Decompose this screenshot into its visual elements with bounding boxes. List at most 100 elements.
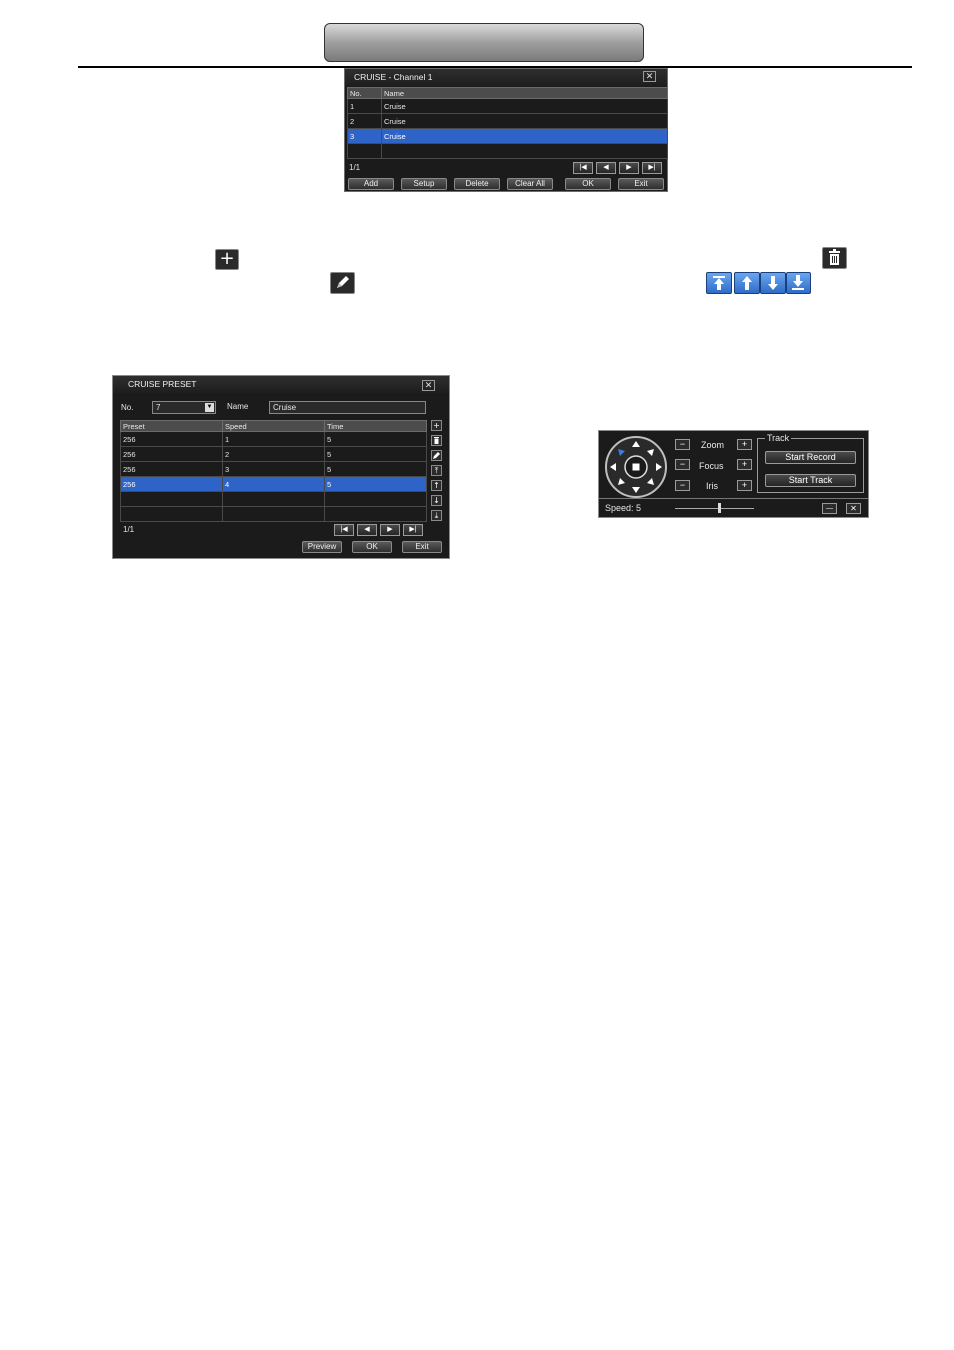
empty-cell xyxy=(347,143,382,159)
table-row[interactable]: 256 1 5 xyxy=(120,431,427,447)
cell-time: 5 xyxy=(324,476,427,492)
focus-plus-button[interactable]: + xyxy=(737,459,752,470)
chevron-down-icon: ▼ xyxy=(205,403,214,412)
add-icon[interactable]: + xyxy=(431,420,442,431)
iris-minus-button[interactable]: − xyxy=(675,480,690,491)
speed-slider[interactable] xyxy=(675,502,754,514)
empty-cell xyxy=(222,491,325,507)
name-input[interactable]: Cruise xyxy=(269,401,426,414)
next-page-button[interactable]: ▶ xyxy=(619,162,639,174)
focus-label: Focus xyxy=(699,461,724,471)
table-row-selected[interactable]: 256 4 5 xyxy=(120,476,427,492)
close-icon[interactable]: ✕ xyxy=(643,71,656,82)
cruise-table: No. Name 1 Cruise 2 Cruise 3 Cruise xyxy=(347,87,668,159)
table-header: No. Name xyxy=(347,87,668,99)
no-select-value: 7 xyxy=(156,403,161,412)
zoom-minus-button[interactable]: − xyxy=(675,439,690,450)
ok-button[interactable]: OK xyxy=(352,541,392,553)
cell-speed: 2 xyxy=(222,446,325,462)
name-label: Name xyxy=(227,402,249,411)
close-icon[interactable]: ✕ xyxy=(422,380,435,391)
table-row-selected[interactable]: 3 Cruise xyxy=(347,128,668,144)
table-row[interactable]: 2 Cruise xyxy=(347,113,668,129)
start-record-button[interactable]: Start Record xyxy=(765,451,856,464)
column-header-name[interactable]: Name xyxy=(381,87,668,99)
table-row-empty[interactable] xyxy=(120,491,427,507)
add-icon: + xyxy=(215,249,239,270)
page-indicator: 1/1 xyxy=(123,525,135,534)
speed-slider-track xyxy=(675,508,754,509)
no-label: No. xyxy=(121,403,134,412)
delete-button[interactable]: Delete xyxy=(454,178,500,190)
cell-time: 5 xyxy=(324,446,427,462)
empty-cell xyxy=(324,491,427,507)
cell-preset: 256 xyxy=(120,476,223,492)
no-select[interactable]: 7 ▼ xyxy=(152,401,216,414)
table-header: Preset Speed Time xyxy=(120,420,427,432)
table-row[interactable]: 256 2 5 xyxy=(120,446,427,462)
iris-label: Iris xyxy=(706,481,718,491)
exit-button[interactable]: Exit xyxy=(618,178,664,190)
first-page-button[interactable]: |◀ xyxy=(573,162,593,174)
cell-name: Cruise xyxy=(381,113,668,129)
pencil-icon xyxy=(330,272,355,294)
dialog-title: CRUISE PRESET xyxy=(113,376,449,393)
table-row-empty[interactable] xyxy=(120,506,427,522)
clear-all-button[interactable]: Clear All xyxy=(507,178,553,190)
header-bar xyxy=(324,23,644,62)
cell-no: 2 xyxy=(347,113,382,129)
minimize-button[interactable]: — xyxy=(822,503,837,514)
move-top-icon xyxy=(706,272,732,294)
column-header-preset[interactable]: Preset xyxy=(120,420,223,432)
table-row[interactable]: 1 Cruise xyxy=(347,98,668,114)
start-track-button[interactable]: Start Track xyxy=(765,474,856,487)
add-button[interactable]: Add xyxy=(348,178,394,190)
column-header-speed[interactable]: Speed xyxy=(222,420,325,432)
prev-page-button[interactable]: ◀ xyxy=(596,162,616,174)
last-page-button[interactable]: ▶| xyxy=(642,162,662,174)
next-page-button[interactable]: ▶ xyxy=(380,524,400,536)
focus-minus-button[interactable]: − xyxy=(675,459,690,470)
close-button[interactable]: ✕ xyxy=(846,503,861,514)
empty-cell xyxy=(120,506,223,522)
move-down-icon[interactable]: ↓ xyxy=(431,495,442,506)
cell-name: Cruise xyxy=(381,98,668,114)
preview-button[interactable]: Preview xyxy=(302,541,342,553)
cell-speed: 1 xyxy=(222,431,325,447)
table-row-empty[interactable] xyxy=(347,143,668,159)
cell-name: Cruise xyxy=(381,128,668,144)
trash-icon[interactable] xyxy=(431,435,442,446)
empty-cell xyxy=(222,506,325,522)
column-header-no[interactable]: No. xyxy=(347,87,382,99)
column-header-time[interactable]: Time xyxy=(324,420,427,432)
speed-slider-handle[interactable] xyxy=(718,503,721,513)
move-top-icon[interactable]: ⤒ xyxy=(431,465,442,476)
empty-cell xyxy=(381,143,668,159)
cell-time: 5 xyxy=(324,461,427,477)
cruise-list-dialog: CRUISE - Channel 1 ✕ No. Name 1 Cruise 2… xyxy=(344,68,668,192)
track-group-label: Track xyxy=(765,433,792,443)
zoom-label: Zoom xyxy=(701,440,725,450)
cell-preset: 256 xyxy=(120,431,223,447)
pencil-icon[interactable] xyxy=(431,450,442,461)
preset-table: Preset Speed Time 256 1 5 256 2 5 256 3 … xyxy=(120,420,427,522)
direction-pad[interactable] xyxy=(604,435,668,499)
move-bottom-icon xyxy=(786,272,811,294)
table-row[interactable]: 256 3 5 xyxy=(120,461,427,477)
empty-cell xyxy=(324,506,427,522)
first-page-button[interactable]: |◀ xyxy=(334,524,354,536)
ptz-divider xyxy=(599,498,868,499)
zoom-plus-button[interactable]: + xyxy=(737,439,752,450)
move-bottom-icon[interactable]: ⤓ xyxy=(431,510,442,521)
last-page-button[interactable]: ▶| xyxy=(403,524,423,536)
prev-page-button[interactable]: ◀ xyxy=(357,524,377,536)
cell-no: 1 xyxy=(347,98,382,114)
ok-button[interactable]: OK xyxy=(565,178,611,190)
setup-button[interactable]: Setup xyxy=(401,178,447,190)
iris-plus-button[interactable]: + xyxy=(737,480,752,491)
cell-no: 3 xyxy=(347,128,382,144)
cell-preset: 256 xyxy=(120,446,223,462)
exit-button[interactable]: Exit xyxy=(402,541,442,553)
move-up-icon[interactable]: ↑ xyxy=(431,480,442,491)
empty-cell xyxy=(120,491,223,507)
